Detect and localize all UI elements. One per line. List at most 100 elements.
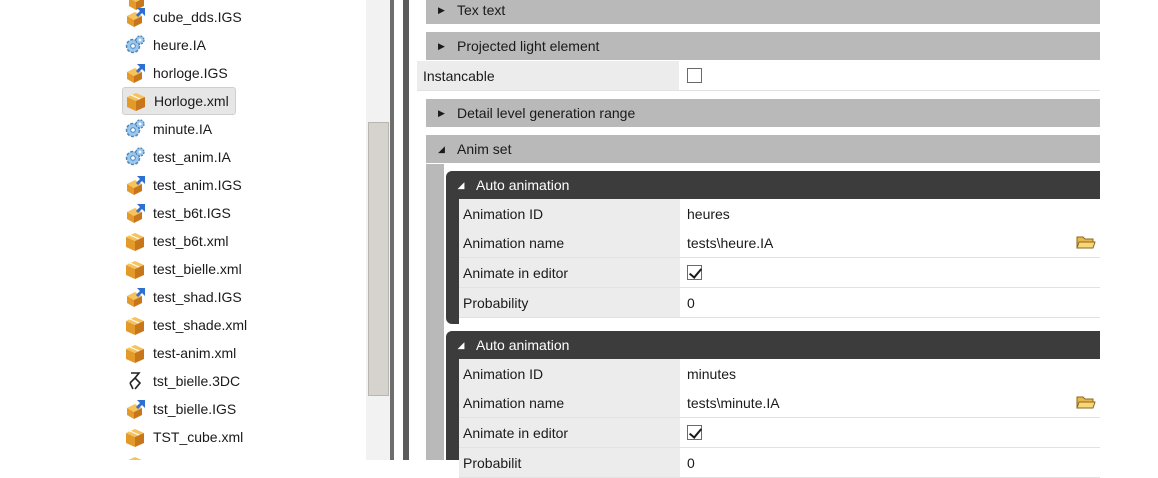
package-arrow-icon: [127, 176, 145, 195]
file-name: test_b6t.xml: [153, 233, 229, 249]
property-row-animation-id: Animation ID heures: [459, 199, 1100, 229]
file-item[interactable]: test_b6t.xml: [122, 228, 234, 254]
animation-id-field[interactable]: heures: [681, 199, 1100, 228]
package-icon: [126, 233, 144, 251]
property-row-probability: Probabilit 0: [459, 448, 1100, 478]
gears-icon: [125, 147, 145, 166]
property-margin: [409, 0, 417, 460]
file-item[interactable]: horloge.IGS: [122, 60, 234, 86]
file-name: TST_cube.xml: [153, 429, 244, 445]
property-name: Probabilit: [459, 448, 680, 477]
auto-animation-header[interactable]: ◢ Auto animation: [446, 171, 1100, 199]
package-icon: [126, 345, 144, 363]
group-anim-set[interactable]: ◢ Anim set: [426, 135, 1100, 163]
file-item-selected[interactable]: Horloge.xml: [122, 87, 236, 115]
group-label: Projected light element: [457, 38, 600, 54]
expand-triangle-icon[interactable]: ▶: [426, 108, 457, 119]
file-item[interactable]: minute.IA: [122, 116, 218, 142]
package-arrow-icon: [127, 288, 145, 307]
property-name: Animate in editor: [459, 418, 680, 447]
scrollbar-thumb[interactable]: [368, 122, 389, 396]
property-value: [681, 418, 1100, 447]
instancable-checkbox[interactable]: [687, 68, 702, 83]
property-value: [681, 258, 1100, 287]
package-arrow-icon: [127, 8, 145, 27]
file-name: minute.IA: [153, 121, 213, 137]
auto-animation-indent: [446, 359, 459, 460]
group-label: Tex text: [457, 2, 506, 18]
anim-set-indent: [426, 164, 444, 460]
file-item[interactable]: heure.IA: [122, 32, 212, 58]
property-row-animate-in-editor: Animate in editor: [459, 418, 1100, 448]
property-value: [681, 61, 1100, 90]
probability-field[interactable]: 0: [681, 288, 1100, 317]
property-row-animation-id: Animation ID minutes: [459, 359, 1100, 389]
property-name: Animation ID: [459, 359, 680, 388]
file-name: heure.IA: [153, 37, 206, 53]
property-name: Instancable: [417, 61, 679, 90]
file-item[interactable]: test-anim.xml: [122, 340, 242, 366]
group-label: Detail level generation range: [457, 105, 636, 121]
open-folder-icon[interactable]: [1076, 393, 1096, 411]
file-name: Horloge.xml: [154, 93, 229, 109]
auto-animation-label: Auto animation: [476, 177, 570, 193]
file-item[interactable]: test_shade.xml: [122, 312, 253, 338]
package-icon: [126, 261, 144, 279]
file-name: tst_bielle.IGS: [153, 401, 237, 417]
package-icon: [126, 429, 144, 447]
file-name: test_b6t.IGS: [153, 205, 231, 221]
file-item[interactable]: test_b6t.IGS: [122, 200, 237, 226]
group-projected-light[interactable]: ▶ Projected light element: [426, 32, 1100, 60]
animation-name-field[interactable]: tests\heure.IA: [681, 228, 1100, 257]
file-name: horloge.IGS: [153, 65, 228, 81]
file-item[interactable]: cube_dds.IGS: [122, 4, 248, 30]
package-arrow-icon: [127, 64, 145, 83]
auto-animation-header[interactable]: ◢ Auto animation: [446, 331, 1100, 359]
file-name: cube_dds.IGS: [153, 9, 242, 25]
gears-icon: [125, 35, 145, 54]
animate-in-editor-checkbox[interactable]: [687, 265, 702, 280]
collapse-triangle-icon[interactable]: ◢: [446, 180, 476, 191]
package-arrow-icon: [127, 400, 145, 419]
expand-triangle-icon[interactable]: ▶: [426, 41, 457, 52]
group-tex-text[interactable]: ▶ Tex text: [426, 0, 1100, 24]
file-item[interactable]: test_anim.IA: [122, 144, 237, 170]
file-item[interactable]: tst_bielle.3DC: [122, 368, 246, 394]
group-label: Anim set: [457, 141, 512, 157]
file-item-partial-bottom[interactable]: [122, 452, 153, 460]
animation-name-value: tests\minute.IA: [687, 394, 780, 411]
animation-name-field[interactable]: tests\minute.IA: [681, 388, 1100, 417]
property-name: Animation ID: [459, 199, 680, 228]
property-row-animation-name: Animation name tests\minute.IA: [459, 388, 1100, 418]
file-item[interactable]: test_anim.IGS: [122, 172, 248, 198]
package-icon: [126, 317, 144, 335]
gears-icon: [125, 119, 145, 138]
property-name: Probability: [459, 288, 680, 317]
group-detail-level[interactable]: ▶ Detail level generation range: [426, 99, 1100, 127]
file-name: test_anim.IA: [153, 149, 231, 165]
property-name: Animate in editor: [459, 258, 680, 287]
collapse-triangle-icon[interactable]: ◢: [446, 340, 476, 351]
file-item[interactable]: test_bielle.xml: [122, 256, 248, 282]
property-row-animation-name: Animation name tests\heure.IA: [459, 228, 1100, 258]
expand-triangle-icon[interactable]: ▶: [426, 5, 457, 16]
animate-in-editor-checkbox[interactable]: [687, 425, 702, 440]
file-item[interactable]: tst_bielle.IGS: [122, 396, 242, 422]
collapse-triangle-icon[interactable]: ◢: [426, 144, 457, 155]
file-name: test_shad.IGS: [153, 289, 242, 305]
file-item[interactable]: test_shad.IGS: [122, 284, 248, 310]
open-folder-icon[interactable]: [1076, 233, 1096, 251]
animation-id-field[interactable]: minutes: [681, 359, 1100, 388]
probability-field[interactable]: 0: [681, 448, 1100, 477]
file-item[interactable]: TST_cube.xml: [122, 424, 249, 450]
property-row-instancable: Instancable: [417, 61, 1100, 91]
file-tree-panel: cube_dds.IGS heure.IA horloge.IGS Horlog…: [0, 0, 366, 460]
package-icon: [127, 93, 145, 111]
package-arrow-icon: [127, 204, 145, 223]
auto-animation-indent: [446, 199, 459, 324]
file-name: test_shade.xml: [153, 317, 248, 333]
property-margin: [394, 0, 403, 460]
property-name: Animation name: [459, 228, 680, 257]
auto-animation-label: Auto animation: [476, 337, 570, 353]
animation-name-value: tests\heure.IA: [687, 234, 774, 251]
